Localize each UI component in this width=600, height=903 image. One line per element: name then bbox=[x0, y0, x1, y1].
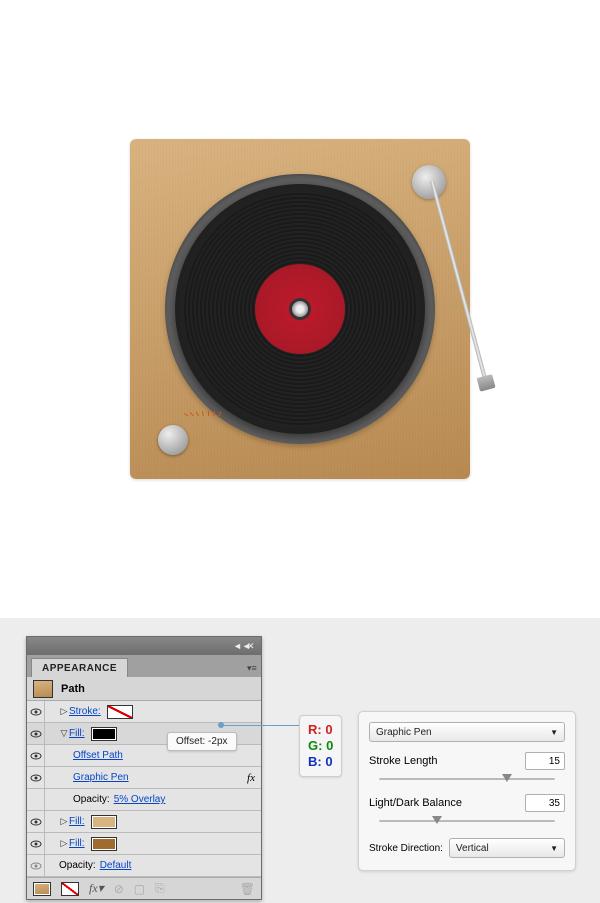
object-name: Path bbox=[61, 683, 85, 695]
appearance-panel: ◄◄ ✕ APPEARANCE ▾≡ Path ▷ Stroke: bbox=[26, 636, 262, 900]
rgb-callout: R: 0 G: 0 B: 0 bbox=[299, 715, 342, 777]
panel-menu-icon[interactable]: ▾≡ bbox=[247, 665, 257, 671]
fill-row-3[interactable]: ▷ Fill: bbox=[27, 833, 261, 855]
stroke-row[interactable]: ▷ Stroke: bbox=[27, 701, 261, 723]
disclosure-icon[interactable]: ▷ bbox=[59, 838, 69, 849]
panel-header[interactable]: ◄◄ ✕ bbox=[27, 637, 261, 655]
opacity-label: Opacity: bbox=[73, 794, 110, 805]
new-fill-icon[interactable]: ▢ bbox=[134, 882, 145, 896]
stroke-length-input[interactable]: 15 bbox=[525, 752, 565, 770]
fill-swatch[interactable] bbox=[91, 727, 117, 741]
object-thumbnail bbox=[33, 680, 53, 698]
fill-label[interactable]: Fill: bbox=[69, 838, 85, 849]
visibility-toggle[interactable] bbox=[27, 723, 45, 744]
fill-row-2[interactable]: ▷ Fill: bbox=[27, 811, 261, 833]
fill-swatch[interactable] bbox=[91, 815, 117, 829]
fill-label[interactable]: Fill: bbox=[69, 728, 85, 739]
opacity-default-link[interactable]: Default bbox=[100, 860, 132, 871]
g-value: 0 bbox=[326, 738, 333, 753]
appearance-tab[interactable]: APPEARANCE bbox=[31, 658, 128, 677]
stroke-label[interactable]: Stroke: bbox=[69, 706, 101, 717]
effect-name: Graphic Pen bbox=[376, 727, 432, 738]
fx-menu-icon[interactable]: fx▾ bbox=[89, 881, 104, 896]
balance-slider[interactable] bbox=[379, 816, 555, 826]
collapse-icon[interactable]: ◄◄ bbox=[233, 643, 243, 649]
clear-icon[interactable]: ⊘ bbox=[114, 882, 124, 896]
tonearm-base bbox=[412, 165, 446, 199]
stroke-swatch[interactable] bbox=[107, 705, 133, 719]
graphic-pen-row[interactable]: Graphic Pen fx bbox=[27, 767, 261, 789]
duplicate-icon[interactable]: ⎘ bbox=[155, 881, 165, 896]
stroke-length-slider[interactable] bbox=[379, 774, 555, 784]
graphic-pen-settings: Graphic Pen ▼ Stroke Length 15 Light/Dar… bbox=[358, 711, 576, 871]
offset-tooltip: Offset: -2px bbox=[167, 732, 237, 751]
r-value: 0 bbox=[325, 722, 332, 737]
offset-path-link[interactable]: Offset Path bbox=[73, 750, 123, 761]
blank-eye bbox=[27, 789, 45, 810]
b-value: 0 bbox=[325, 754, 332, 769]
footer-fill-swatch[interactable] bbox=[33, 882, 51, 896]
footer-stroke-swatch[interactable] bbox=[61, 882, 79, 896]
tonearm bbox=[430, 180, 488, 384]
g-label: G: bbox=[308, 738, 322, 753]
dropdown-arrow-icon: ▼ bbox=[550, 844, 558, 853]
selected-object-row[interactable]: Path bbox=[27, 677, 261, 701]
canvas-area bbox=[0, 0, 600, 618]
direction-value: Vertical bbox=[456, 843, 489, 854]
disclosure-icon[interactable]: ▷ bbox=[59, 816, 69, 827]
close-icon[interactable]: ✕ bbox=[247, 643, 257, 649]
opacity-value-link[interactable]: 5% Overlay bbox=[114, 794, 166, 805]
b-label: B: bbox=[308, 754, 322, 769]
panel-footer: fx▾ ⊘ ▢ ⎘ 🗑 bbox=[27, 877, 261, 899]
visibility-toggle[interactable] bbox=[27, 811, 45, 832]
tab-bar: APPEARANCE ▾≡ bbox=[27, 655, 261, 677]
visibility-toggle[interactable] bbox=[27, 767, 45, 788]
direction-dropdown[interactable]: Vertical ▼ bbox=[449, 838, 565, 858]
graphic-pen-link[interactable]: Graphic Pen bbox=[73, 772, 129, 783]
balance-input[interactable]: 35 bbox=[525, 794, 565, 812]
effect-dropdown[interactable]: Graphic Pen ▼ bbox=[369, 722, 565, 742]
fx-icon: fx bbox=[247, 772, 255, 784]
connector-line bbox=[222, 725, 300, 726]
visibility-toggle[interactable] bbox=[27, 701, 45, 722]
connector-dot bbox=[218, 722, 224, 728]
direction-label: Stroke Direction: bbox=[369, 843, 443, 854]
visibility-toggle[interactable] bbox=[27, 745, 45, 766]
opacity-default-row[interactable]: Opacity: Default bbox=[27, 855, 261, 877]
knob-marks bbox=[188, 411, 228, 431]
balance-label: Light/Dark Balance bbox=[369, 797, 462, 809]
stroke-length-label: Stroke Length bbox=[369, 755, 438, 767]
needle-head bbox=[477, 374, 496, 392]
visibility-toggle[interactable] bbox=[27, 833, 45, 854]
opacity-overlay-row[interactable]: Opacity: 5% Overlay bbox=[27, 789, 261, 811]
turntable-illustration bbox=[130, 139, 470, 479]
fill-swatch[interactable] bbox=[91, 837, 117, 851]
vinyl-record bbox=[175, 184, 425, 434]
fill-label[interactable]: Fill: bbox=[69, 816, 85, 827]
opacity-label: Opacity: bbox=[59, 860, 96, 871]
visibility-toggle[interactable] bbox=[27, 855, 45, 876]
vinyl-spindle bbox=[292, 301, 308, 317]
trash-icon[interactable]: 🗑 bbox=[240, 882, 255, 896]
disclosure-icon[interactable]: ▷ bbox=[59, 706, 69, 717]
r-label: R: bbox=[308, 722, 322, 737]
dropdown-arrow-icon: ▼ bbox=[550, 728, 558, 737]
volume-knob bbox=[158, 425, 188, 455]
disclosure-icon[interactable]: ▽ bbox=[59, 728, 69, 739]
panels-area: ◄◄ ✕ APPEARANCE ▾≡ Path ▷ Stroke: bbox=[0, 618, 600, 903]
